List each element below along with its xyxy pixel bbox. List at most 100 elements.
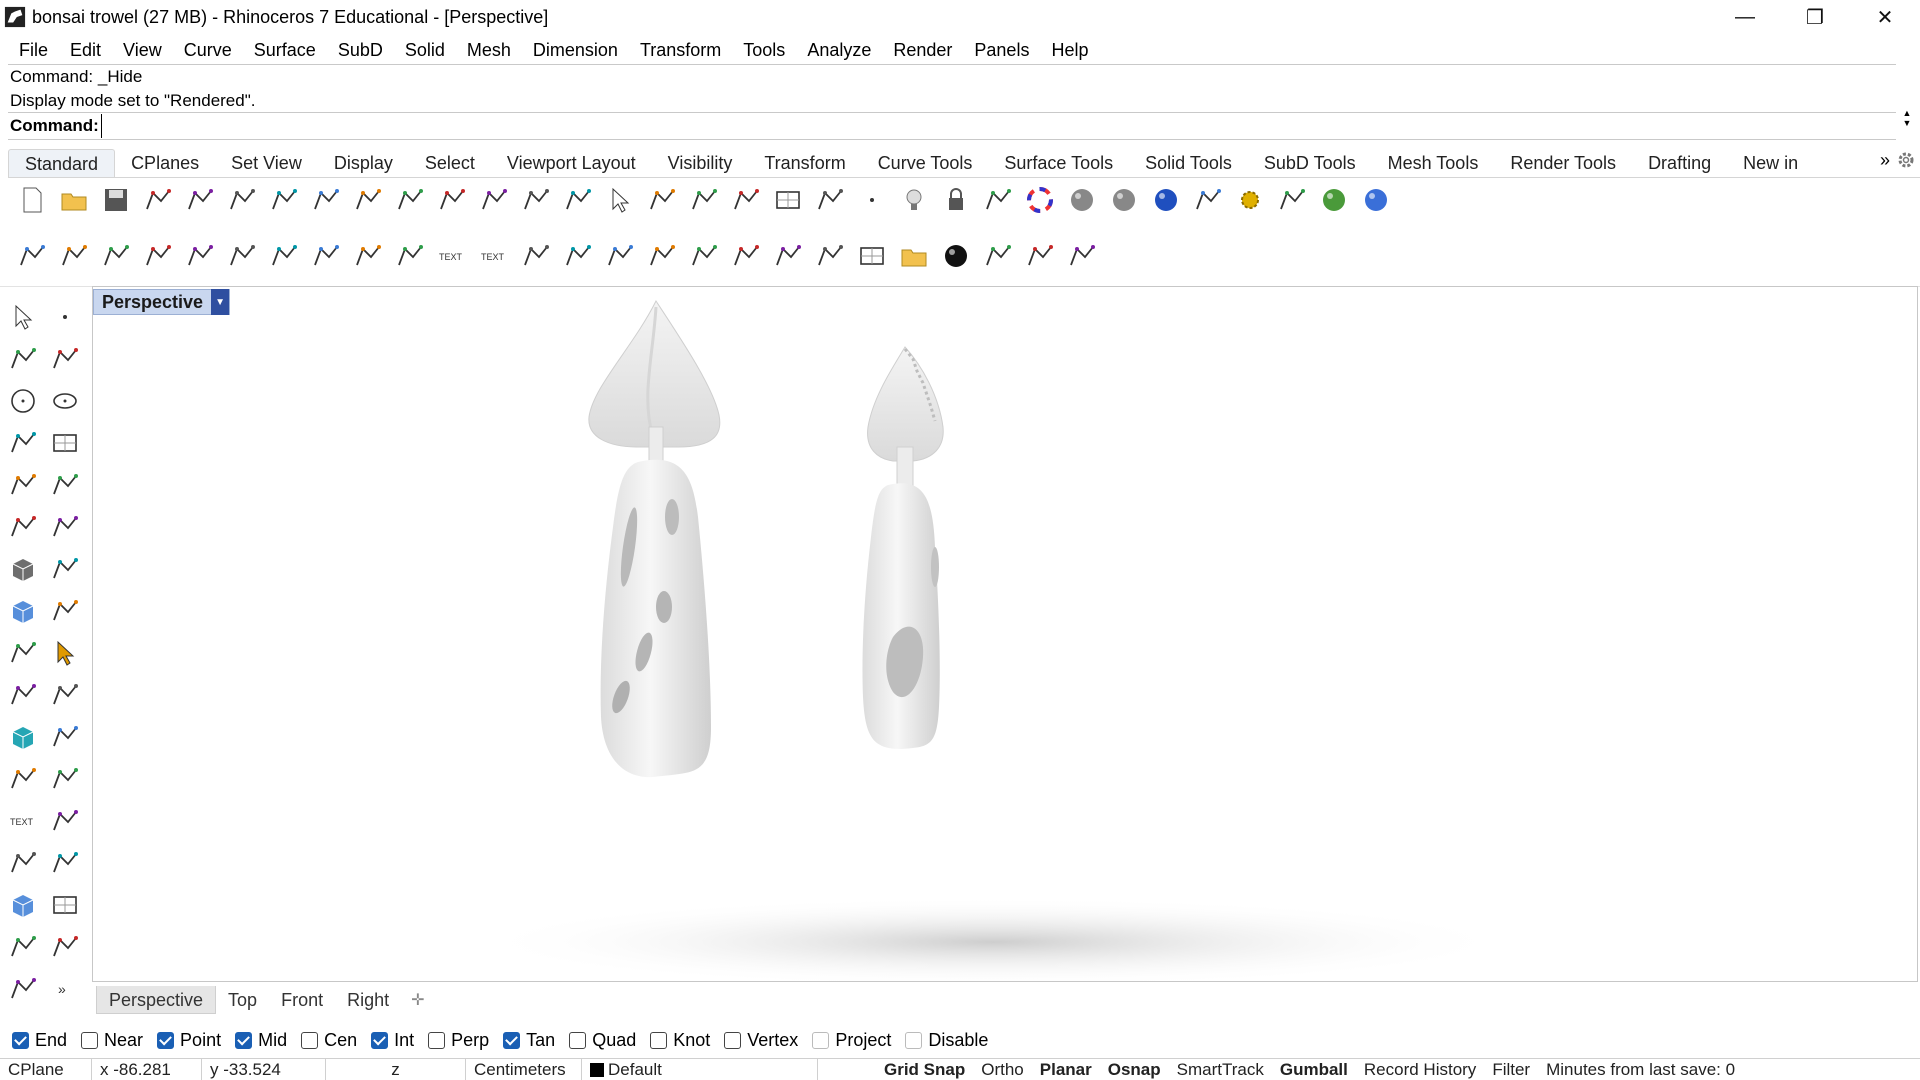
blend-curve-button[interactable]: [46, 760, 84, 798]
box-button[interactable]: [4, 550, 42, 588]
cplane-indicator[interactable]: CPlane: [0, 1058, 92, 1080]
rotate-3d-button[interactable]: [812, 238, 848, 274]
color-wheel-button[interactable]: [1022, 182, 1058, 218]
osnap-vertex[interactable]: Vertex: [724, 1030, 798, 1051]
arc-button[interactable]: [4, 424, 42, 462]
pan-hand-button[interactable]: [392, 182, 428, 218]
arrow-pointer-button[interactable]: [46, 634, 84, 672]
osnap-checkbox[interactable]: [12, 1031, 29, 1049]
zoom-in-button[interactable]: [476, 182, 512, 218]
leader-2-button[interactable]: [560, 238, 596, 274]
fold-button[interactable]: [392, 238, 428, 274]
scroll-down-icon[interactable]: ▼: [1903, 118, 1912, 128]
shaded-sphere-button[interactable]: [1064, 182, 1100, 218]
minimize-button[interactable]: —: [1710, 0, 1780, 34]
menu-file[interactable]: File: [8, 40, 59, 61]
osnap-checkbox[interactable]: [81, 1031, 99, 1049]
osnap-checkbox[interactable]: [905, 1031, 923, 1049]
menu-render[interactable]: Render: [882, 40, 963, 61]
zoom-extents-button[interactable]: [560, 182, 596, 218]
gumball-button[interactable]: [46, 928, 84, 966]
open-folder-button[interactable]: [56, 182, 92, 218]
osnap-checkbox[interactable]: [724, 1031, 742, 1049]
restore-button[interactable]: ❐: [1780, 0, 1850, 34]
scale-button[interactable]: [1022, 238, 1058, 274]
tab-surface-tools[interactable]: Surface Tools: [988, 149, 1129, 177]
polygon-button[interactable]: [4, 466, 42, 504]
osnap-checkbox[interactable]: [371, 1031, 389, 1049]
hatch-button[interactable]: [686, 238, 722, 274]
viewport-tab-right[interactable]: Right: [335, 986, 401, 1014]
gear-icon[interactable]: [1896, 150, 1916, 170]
import-button[interactable]: [182, 182, 218, 218]
cut-button[interactable]: [224, 182, 260, 218]
angle-45-button[interactable]: [224, 238, 260, 274]
mirror-button[interactable]: [46, 844, 84, 882]
measure-button[interactable]: [770, 238, 806, 274]
tab-transform[interactable]: Transform: [748, 149, 861, 177]
table-button[interactable]: [854, 238, 890, 274]
tab-standard[interactable]: Standard: [8, 149, 116, 177]
diameter-dim-button[interactable]: [308, 238, 344, 274]
undo-button[interactable]: [350, 182, 386, 218]
menu-dimension[interactable]: Dimension: [522, 40, 629, 61]
explode-button[interactable]: [46, 718, 84, 756]
split-button[interactable]: [4, 676, 42, 714]
fillet-curve-button[interactable]: [46, 466, 84, 504]
tab-select[interactable]: Select: [409, 149, 491, 177]
menu-subd[interactable]: SubD: [327, 40, 394, 61]
osnap-project[interactable]: Project: [812, 1030, 891, 1051]
menu-edit[interactable]: Edit: [59, 40, 112, 61]
tab-viewport-layout[interactable]: Viewport Layout: [491, 149, 652, 177]
tab-set-view[interactable]: Set View: [215, 149, 318, 177]
grid-plane-button[interactable]: [46, 886, 84, 924]
status-toggle-ortho[interactable]: Ortho: [973, 1060, 1032, 1080]
rectangle-button[interactable]: [46, 424, 84, 462]
menu-mesh[interactable]: Mesh: [456, 40, 522, 61]
menu-transform[interactable]: Transform: [629, 40, 732, 61]
offset-curve-button[interactable]: [4, 760, 42, 798]
menu-view[interactable]: View: [112, 40, 173, 61]
tab-mesh-tools[interactable]: Mesh Tools: [1372, 149, 1495, 177]
polar-array-button[interactable]: [4, 928, 42, 966]
rotate-view-button[interactable]: [434, 182, 470, 218]
perspective-viewport[interactable]: Perspective ▼: [92, 286, 1918, 982]
close-button[interactable]: ✕: [1850, 0, 1920, 34]
tab-cplanes[interactable]: CPlanes: [115, 149, 215, 177]
viewport-title[interactable]: Perspective ▼: [93, 289, 231, 315]
rotated-dim-button[interactable]: [98, 238, 134, 274]
leader-button[interactable]: [518, 238, 554, 274]
menu-help[interactable]: Help: [1040, 40, 1099, 61]
status-toggle-filter[interactable]: Filter: [1484, 1060, 1538, 1080]
wireframe-sphere-button[interactable]: [1106, 182, 1142, 218]
tab-display[interactable]: Display: [318, 149, 409, 177]
cplane-button[interactable]: [812, 182, 848, 218]
solid-group-button[interactable]: [4, 718, 42, 756]
patch-button[interactable]: [4, 970, 42, 1008]
osnap-checkbox[interactable]: [812, 1031, 830, 1049]
four-viewports-button[interactable]: [686, 182, 722, 218]
print-button[interactable]: [140, 182, 176, 218]
cylinder-button[interactable]: [4, 592, 42, 630]
viewport-name[interactable]: Perspective: [94, 292, 211, 313]
menu-surface[interactable]: Surface: [243, 40, 327, 61]
text-tool-button[interactable]: TEXT: [4, 802, 42, 840]
command-scrollbar[interactable]: ▲ ▼: [1896, 108, 1918, 144]
tab-new-in[interactable]: New in: [1727, 149, 1814, 177]
viewport-dropdown-icon[interactable]: ▼: [211, 289, 230, 315]
angle-dim-2-button[interactable]: [182, 238, 218, 274]
osnap-checkbox[interactable]: [428, 1031, 446, 1049]
status-toggle-planar[interactable]: Planar: [1032, 1060, 1100, 1080]
black-sphere-button[interactable]: [938, 238, 974, 274]
add-viewport-icon[interactable]: ✛: [401, 990, 434, 1010]
angle-dim-button[interactable]: [140, 238, 176, 274]
paste-button[interactable]: [308, 182, 344, 218]
layer-button[interactable]: [980, 182, 1016, 218]
text-2-button[interactable]: TEXT: [476, 238, 512, 274]
tab-drafting[interactable]: Drafting: [1632, 149, 1727, 177]
loft-button[interactable]: [46, 508, 84, 546]
osnap-checkbox[interactable]: [503, 1031, 521, 1049]
scroll-up-icon[interactable]: ▲: [1903, 108, 1912, 118]
tab-curve-tools[interactable]: Curve Tools: [862, 149, 989, 177]
select-arrow-button[interactable]: [4, 298, 42, 336]
